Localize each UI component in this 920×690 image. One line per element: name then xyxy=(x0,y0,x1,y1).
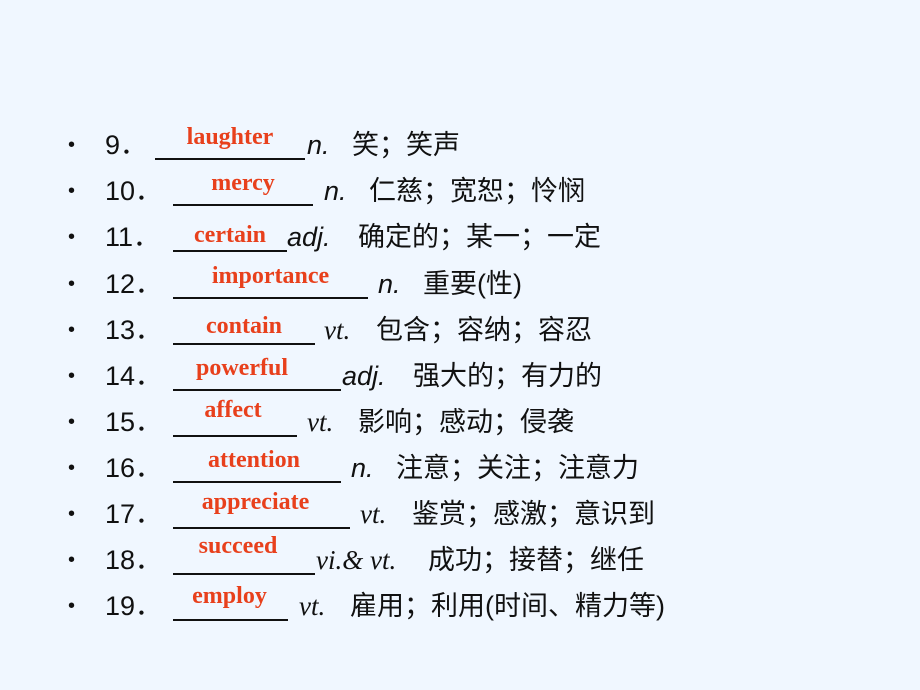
meaning: 笑；笑声 xyxy=(352,130,460,160)
bullet-icon: • xyxy=(68,503,76,525)
bullet-icon: • xyxy=(68,226,76,248)
part-of-speech: n. xyxy=(351,453,374,483)
bullet-icon: • xyxy=(68,549,76,571)
part-of-speech: vt. xyxy=(324,315,351,345)
bullet-icon: • xyxy=(68,319,76,341)
meaning: 强大的；有力的 xyxy=(413,361,602,391)
meaning: 雇用；利用(时间、精力等) xyxy=(350,591,665,621)
answer-text: importance xyxy=(211,263,330,289)
answer-blank: appreciate xyxy=(173,489,350,529)
part-of-speech: vt. xyxy=(299,591,326,621)
item-number: 12． xyxy=(105,269,163,299)
item-number: 16． xyxy=(105,453,163,483)
answer-text: certain xyxy=(194,222,266,248)
meaning: 成功；接替；继任 xyxy=(428,545,644,575)
part-of-speech: vt. xyxy=(307,407,334,437)
answer-text: employ xyxy=(192,583,267,609)
meaning: 注意；关注；注意力 xyxy=(396,453,639,483)
answer-text: powerful xyxy=(196,355,288,381)
answer-blank: importance xyxy=(173,263,368,299)
answer-text: contain xyxy=(205,313,282,339)
answer-text: mercy xyxy=(211,170,275,196)
answer-blank: succeed xyxy=(173,533,315,575)
item-number: 11． xyxy=(105,222,161,252)
answer-text: laughter xyxy=(186,124,274,150)
answer-text: affect xyxy=(204,397,262,423)
answer-text: attention xyxy=(208,447,300,473)
answer-blank: attention xyxy=(173,447,341,483)
bullet-icon: • xyxy=(68,411,76,433)
bullet-icon: • xyxy=(68,457,76,479)
answer-blank: certain xyxy=(173,217,287,252)
answer-blank: affect xyxy=(173,397,297,437)
part-of-speech: vi.& vt. xyxy=(316,545,397,575)
bullet-icon: • xyxy=(68,273,76,295)
meaning: 重要(性) xyxy=(423,269,522,299)
part-of-speech: n. xyxy=(307,130,330,160)
item-number: 10． xyxy=(105,176,163,206)
part-of-speech: n. xyxy=(378,269,401,299)
item-number: 9． xyxy=(105,130,148,160)
part-of-speech: n. xyxy=(324,176,347,206)
bullet-icon: • xyxy=(68,365,76,387)
part-of-speech: adj. xyxy=(342,361,386,391)
answer-blank: contain xyxy=(173,310,315,345)
meaning: 确定的；某一；一定 xyxy=(358,222,601,252)
answer-text: succeed xyxy=(198,533,278,559)
meaning: 包含；容纳；容忍 xyxy=(376,315,592,345)
answer-text: appreciate xyxy=(201,489,310,515)
item-number: 15． xyxy=(105,407,163,437)
item-number: 19． xyxy=(105,591,163,621)
meaning: 影响；感动；侵袭 xyxy=(358,407,574,437)
answer-blank: employ xyxy=(173,583,288,621)
bullet-icon: • xyxy=(68,180,76,202)
bullet-icon: • xyxy=(68,134,76,156)
item-number: 17． xyxy=(105,499,163,529)
part-of-speech: adj. xyxy=(287,222,331,252)
meaning: 鉴赏；感激；意识到 xyxy=(412,499,655,529)
answer-blank: mercy xyxy=(173,170,313,206)
part-of-speech: vt. xyxy=(360,499,387,529)
item-number: 18． xyxy=(105,545,163,575)
bullet-icon: • xyxy=(68,595,76,617)
item-number: 13． xyxy=(105,315,163,345)
meaning: 仁慈；宽恕；怜悯 xyxy=(369,176,585,206)
answer-blank: laughter xyxy=(155,124,305,160)
answer-blank: powerful xyxy=(173,355,341,391)
